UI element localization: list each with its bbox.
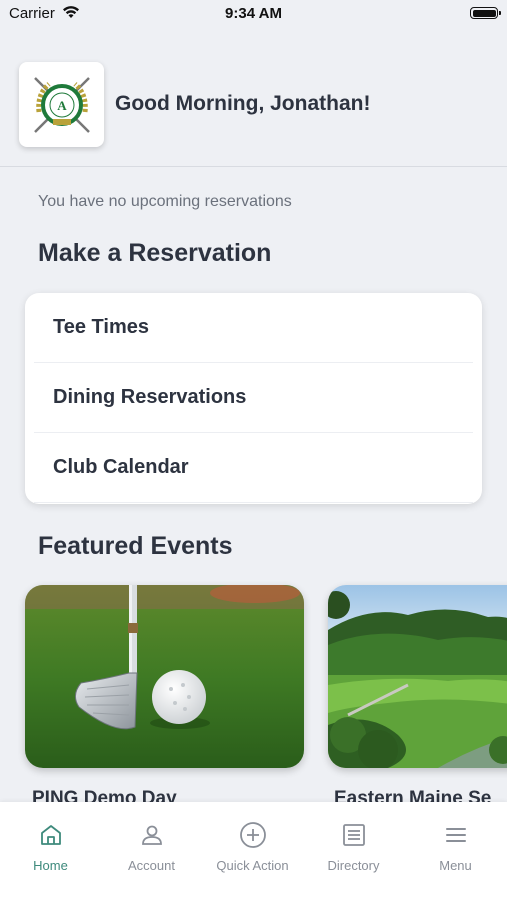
tab-home[interactable]: Home (0, 820, 101, 873)
header-divider (0, 166, 507, 167)
list-icon (303, 820, 404, 850)
tab-menu[interactable]: Menu (405, 820, 506, 873)
featured-events-title: Featured Events (38, 532, 233, 560)
greeting-text: Good Morning, Jonathan! (115, 92, 371, 115)
tab-label: Quick Action (216, 858, 289, 873)
golf-club-and-ball-image (25, 585, 304, 768)
tab-label: Home (33, 858, 68, 873)
tab-quick-action[interactable]: Quick Action (202, 820, 303, 873)
event-card-eastern-maine[interactable] (328, 585, 507, 768)
tee-times-option[interactable]: Tee Times (34, 293, 473, 363)
reservation-options-card: Tee Times Dining Reservations Club Calen… (25, 293, 482, 504)
bottom-tab-bar: Home Account Quick Action Directory Menu (0, 802, 507, 900)
tab-directory[interactable]: Directory (303, 820, 404, 873)
make-reservation-title: Make a Reservation (38, 239, 272, 267)
club-crest-logo: A (19, 62, 104, 147)
club-calendar-option[interactable]: Club Calendar (34, 433, 473, 503)
golf-course-landscape-image (328, 585, 507, 768)
hamburger-icon (405, 820, 506, 850)
home-icon (0, 820, 101, 850)
no-reservations-message: You have no upcoming reservations (38, 193, 292, 210)
battery-icon (470, 7, 501, 19)
event-card-ping-demo-day[interactable] (25, 585, 304, 768)
header: A Good Morning, Jonathan! (19, 62, 507, 148)
status-bar: Carrier 9:34 AM (0, 0, 507, 28)
svg-text:A: A (57, 98, 67, 113)
clock: 9:34 AM (225, 5, 282, 22)
tab-account[interactable]: Account (101, 820, 202, 873)
tab-label: Account (128, 858, 175, 873)
tab-label: Directory (327, 858, 380, 873)
plus-circle-icon (202, 820, 303, 850)
tab-label: Menu (439, 858, 472, 873)
person-icon (101, 820, 202, 850)
dining-reservations-option[interactable]: Dining Reservations (34, 363, 473, 433)
